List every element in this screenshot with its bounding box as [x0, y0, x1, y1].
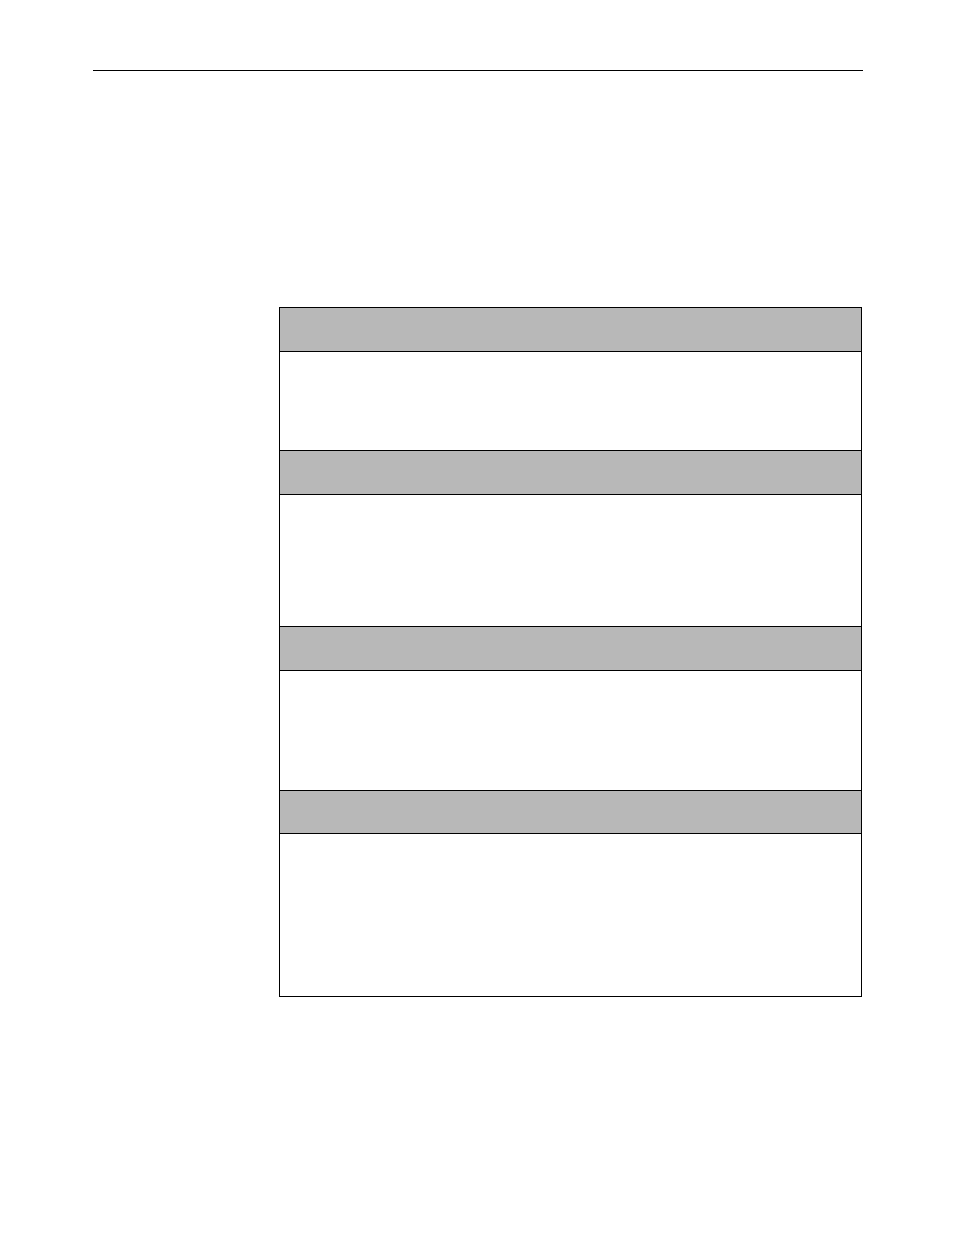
table-row — [279, 450, 861, 494]
table-row — [279, 351, 861, 450]
table-row — [279, 307, 861, 351]
table-row — [279, 670, 861, 790]
table-row — [279, 494, 861, 626]
table-row — [279, 833, 861, 996]
header-rule — [93, 70, 863, 71]
table-row — [279, 626, 861, 670]
document-page — [0, 0, 954, 1235]
table-row — [279, 790, 861, 833]
table — [279, 307, 862, 997]
